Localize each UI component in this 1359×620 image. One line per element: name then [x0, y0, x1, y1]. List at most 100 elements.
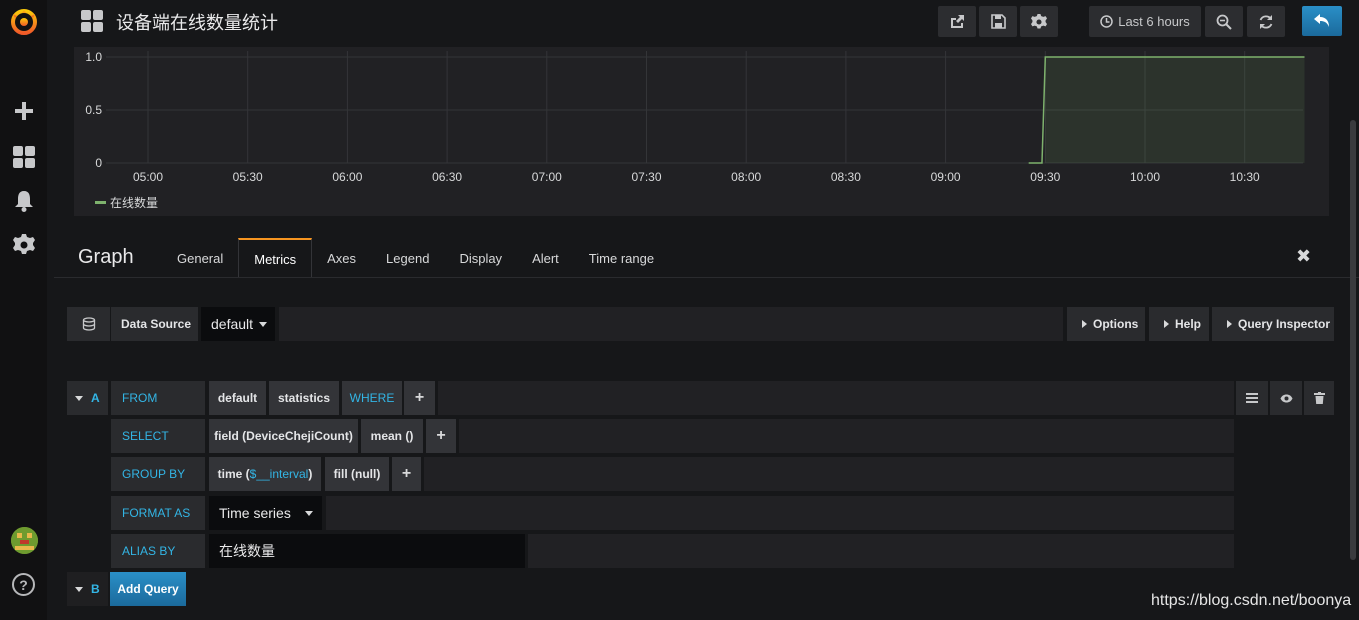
sidebar: ? [0, 0, 47, 620]
add-query-button[interactable]: Add Query [110, 572, 186, 606]
close-editor-icon[interactable]: ✖ [1296, 246, 1311, 267]
format-row-filler [326, 496, 1234, 530]
query-inspector-button[interactable]: Query Inspector [1212, 307, 1334, 341]
query-a-toggle[interactable]: A [67, 381, 108, 415]
x-tick-label: 05:30 [233, 170, 263, 184]
query-menu-icon[interactable] [1236, 381, 1268, 415]
time-picker-button[interactable]: Last 6 hours [1089, 6, 1201, 37]
group-by-label: GROUP BY [111, 457, 205, 491]
group-by-fill-segment[interactable]: fill (null) [325, 457, 389, 491]
back-arrow-icon [1314, 14, 1329, 27]
tab-time-range[interactable]: Time range [574, 238, 669, 278]
tab-axes[interactable]: Axes [312, 238, 371, 278]
series-area-fill [1045, 57, 1305, 163]
refresh-icon [1259, 14, 1273, 29]
dashboard-settings-button[interactable] [1020, 6, 1058, 37]
from-measurement-segment[interactable]: statistics [269, 381, 339, 415]
help-icon[interactable]: ? [12, 573, 35, 596]
caret-down-icon [259, 321, 268, 327]
select-row-filler [459, 419, 1234, 453]
editor-tabs: General Metrics Axes Legend Display Alert Time… [162, 238, 669, 278]
group-by-time-suffix: ) [308, 467, 313, 481]
top-navbar: 设备端在线数量统计 Last 6 hours [47, 0, 1359, 47]
caret-right-icon [1164, 320, 1169, 328]
y-tick-label: 0 [95, 156, 102, 170]
delete-query-trash-icon[interactable] [1304, 381, 1334, 415]
group-by-row-filler [424, 457, 1234, 491]
alias-by-label: ALIAS BY [111, 534, 205, 568]
x-tick-label: 10:00 [1130, 170, 1160, 184]
save-dashboard-button[interactable] [979, 6, 1017, 37]
query-b-toggle[interactable]: B [67, 572, 108, 606]
create-plus-icon[interactable] [0, 96, 47, 126]
format-as-value: Time series [219, 505, 291, 521]
alerting-bell-icon[interactable] [0, 186, 47, 216]
query-letter: B [91, 582, 100, 596]
graph-chart[interactable]: 1.0 0.5 0 05:00 05:30 06:00 06:30 07:00 07:30 08:… [74, 47, 1329, 192]
tab-legend[interactable]: Legend [371, 238, 444, 278]
legend-series-label[interactable]: 在线数量 [110, 194, 158, 211]
where-label[interactable]: WHERE [342, 381, 402, 415]
dashboard-grid-icon[interactable] [81, 10, 103, 32]
x-tick-label: 10:30 [1230, 170, 1260, 184]
graph-panel[interactable]: 1.0 0.5 0 05:00 05:30 06:00 06:30 07:00 07:30 08:… [74, 47, 1329, 216]
grafana-logo-icon[interactable] [0, 4, 47, 38]
collapse-caret-icon [75, 395, 83, 401]
help-button[interactable]: Help [1149, 307, 1209, 341]
format-as-label: FORMAT AS [111, 496, 205, 530]
x-tick-label: 08:30 [831, 170, 861, 184]
clock-icon [1100, 15, 1113, 28]
editor-divider [54, 277, 1359, 278]
y-tick-label: 1.0 [85, 50, 102, 64]
refresh-button[interactable] [1247, 6, 1285, 37]
caret-right-icon [1227, 320, 1232, 328]
editor-panel-title: Graph [78, 246, 134, 268]
graph-legend[interactable]: 在线数量 [95, 194, 158, 211]
legend-swatch [95, 201, 106, 204]
x-tick-label: 09:00 [931, 170, 961, 184]
query-visibility-eye-icon[interactable] [1270, 381, 1302, 415]
page-scrollbar[interactable] [1350, 120, 1356, 560]
x-tick-label: 06:30 [432, 170, 462, 184]
x-tick-label: 06:00 [332, 170, 362, 184]
format-as-select[interactable]: Time series [209, 496, 322, 530]
data-source-filler [279, 307, 1063, 341]
x-tick-label: 08:00 [731, 170, 761, 184]
tab-general[interactable]: General [162, 238, 238, 278]
dashboards-grid-icon[interactable] [0, 142, 47, 172]
tab-display[interactable]: Display [444, 238, 517, 278]
database-icon [67, 307, 110, 341]
options-label: Options [1093, 317, 1139, 331]
alias-row-filler [528, 534, 1234, 568]
tab-alert[interactable]: Alert [517, 238, 574, 278]
back-to-dashboard-button[interactable] [1302, 6, 1342, 36]
from-label: FROM [111, 381, 205, 415]
group-by-time-prefix: time ( [217, 467, 250, 481]
share-button[interactable] [938, 6, 976, 37]
add-where-plus-icon[interactable]: + [404, 381, 435, 415]
watermark: https://blog.csdn.net/boonya [1151, 592, 1352, 609]
data-source-label: Data Source [111, 307, 198, 341]
tab-metrics[interactable]: Metrics [238, 238, 313, 278]
user-avatar[interactable] [11, 527, 38, 554]
group-by-time-segment[interactable]: time ($__interval) [209, 457, 321, 491]
select-function-segment[interactable]: mean () [361, 419, 423, 453]
options-button[interactable]: Options [1067, 307, 1145, 341]
from-database-segment[interactable]: default [209, 381, 266, 415]
alias-by-input[interactable]: 在线数量 [209, 534, 525, 568]
configuration-gear-icon[interactable] [0, 230, 47, 260]
add-group-by-plus-icon[interactable]: + [392, 457, 421, 491]
dashboard-title[interactable]: 设备端在线数量统计 [116, 9, 278, 35]
from-row-filler [438, 381, 1234, 415]
y-tick-label: 0.5 [85, 103, 102, 117]
data-source-select[interactable]: default [201, 307, 275, 341]
collapse-caret-icon [75, 586, 83, 592]
add-select-plus-icon[interactable]: + [426, 419, 456, 453]
caret-down-icon [304, 510, 313, 516]
query-letter: A [91, 391, 100, 405]
select-field-segment[interactable]: field (DeviceChejiCount) [209, 419, 358, 453]
zoom-out-button[interactable] [1205, 6, 1243, 37]
x-tick-label: 09:30 [1030, 170, 1060, 184]
x-tick-label: 05:00 [133, 170, 163, 184]
zoom-out-icon [1216, 14, 1232, 30]
